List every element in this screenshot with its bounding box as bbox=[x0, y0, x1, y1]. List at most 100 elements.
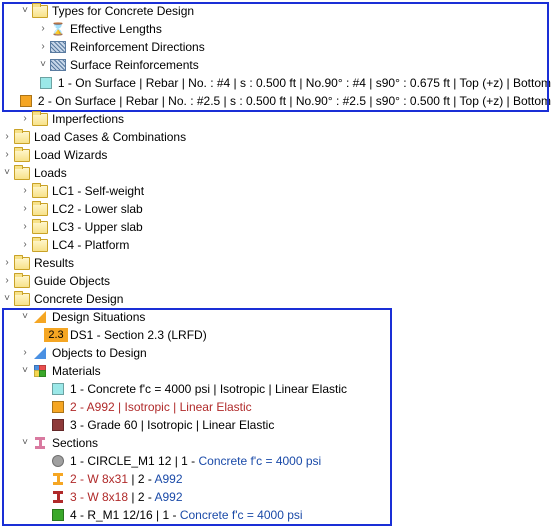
tree-label: 2 - A992 | Isotropic | Linear Elastic bbox=[70, 398, 252, 416]
tree-label: Reinforcement Directions bbox=[70, 38, 205, 56]
ibeam-icon bbox=[50, 471, 66, 487]
circle-icon bbox=[50, 453, 66, 469]
folder-icon bbox=[14, 273, 30, 289]
tree-label: LC1 - Self-weight bbox=[52, 182, 144, 200]
tree-item-lc1[interactable]: › LC1 - Self-weight bbox=[0, 182, 551, 200]
tree-item-section-1[interactable]: · 1 - CIRCLE_M1 12 | 1 - Concrete f'c = … bbox=[0, 452, 551, 470]
materials-icon bbox=[32, 363, 48, 379]
tree-label: DS1 - Section 2.3 (LRFD) bbox=[70, 326, 207, 344]
collapse-icon[interactable]: ˅ bbox=[18, 4, 32, 18]
tree-item-imperfections[interactable]: › Imperfections bbox=[0, 110, 551, 128]
tree-label: 1 - On Surface | Rebar | No. : #4 | s : … bbox=[58, 74, 551, 92]
hatch-icon bbox=[50, 39, 66, 55]
expand-icon[interactable]: › bbox=[18, 220, 32, 234]
tree-label: Results bbox=[34, 254, 74, 272]
tree-item-section-3[interactable]: · 3 - W 8x18 | 2 - A992 bbox=[0, 488, 551, 506]
tree-item-load-wizards[interactable]: › Load Wizards bbox=[0, 146, 551, 164]
expand-icon[interactable]: › bbox=[18, 112, 32, 126]
tree-label: Concrete Design bbox=[34, 290, 123, 308]
triangle-icon bbox=[32, 345, 48, 361]
folder-icon bbox=[32, 3, 48, 19]
tree-label: LC2 - Lower slab bbox=[52, 200, 143, 218]
tree-item-lc3[interactable]: › LC3 - Upper slab bbox=[0, 218, 551, 236]
tree-item-section-2[interactable]: · 2 - W 8x31 | 2 - A992 bbox=[0, 470, 551, 488]
expand-icon[interactable]: › bbox=[36, 22, 50, 36]
tree-item-surface-reinf-2[interactable]: · 2 - On Surface | Rebar | No. : #2.5 | … bbox=[0, 92, 551, 110]
tree-item-effective-lengths[interactable]: › ⌛ Effective Lengths bbox=[0, 20, 551, 38]
expand-icon[interactable]: › bbox=[18, 184, 32, 198]
tree-item-loads[interactable]: ˅ Loads bbox=[0, 164, 551, 182]
tree-item-guide-objects[interactable]: › Guide Objects bbox=[0, 272, 551, 290]
tree-item-reinforcement-directions[interactable]: › Reinforcement Directions bbox=[0, 38, 551, 56]
tree-label: 3 - Grade 60 | Isotropic | Linear Elasti… bbox=[70, 416, 274, 434]
tree-item-objects-to-design[interactable]: › Objects to Design bbox=[0, 344, 551, 362]
ibeam-icon bbox=[32, 435, 48, 451]
tree-label: 4 - R_M1 12/16 | 1 - Concrete f'c = 4000… bbox=[70, 506, 303, 524]
tree-label: Materials bbox=[52, 362, 101, 380]
tree-item-types-for-concrete-design[interactable]: ˅ Types for Concrete Design bbox=[0, 2, 551, 20]
expand-icon[interactable]: › bbox=[0, 274, 14, 288]
swatch-icon bbox=[18, 93, 34, 109]
tree-label: 1 - CIRCLE_M1 12 | 1 - Concrete f'c = 40… bbox=[70, 452, 321, 470]
tree-label: Guide Objects bbox=[34, 272, 110, 290]
expand-icon[interactable]: › bbox=[18, 238, 32, 252]
tree-label: Effective Lengths bbox=[70, 20, 162, 38]
folder-icon bbox=[32, 201, 48, 217]
expand-icon[interactable]: › bbox=[0, 256, 14, 270]
tree-label: 3 - W 8x18 | 2 - A992 bbox=[70, 488, 183, 506]
tree-item-ds1[interactable]: · 2.3 DS1 - Section 2.3 (LRFD) bbox=[0, 326, 551, 344]
tree-item-section-4[interactable]: · 4 - R_M1 12/16 | 1 - Concrete f'c = 40… bbox=[0, 506, 551, 524]
tree-label: LC3 - Upper slab bbox=[52, 218, 143, 236]
tree-item-design-situations[interactable]: ˅ Design Situations bbox=[0, 308, 551, 326]
swatch-icon bbox=[50, 399, 66, 415]
tree-item-material-2[interactable]: · 2 - A992 | Isotropic | Linear Elastic bbox=[0, 398, 551, 416]
folder-icon bbox=[14, 147, 30, 163]
collapse-icon[interactable]: ˅ bbox=[0, 292, 14, 306]
folder-icon bbox=[32, 111, 48, 127]
swatch-icon bbox=[38, 75, 54, 91]
tree-label: Loads bbox=[34, 164, 67, 182]
tree-label: Design Situations bbox=[52, 308, 145, 326]
expand-icon[interactable]: › bbox=[36, 40, 50, 54]
folder-icon bbox=[14, 165, 30, 181]
tree-label: Imperfections bbox=[52, 110, 124, 128]
tree-label: Surface Reinforcements bbox=[70, 56, 199, 74]
folder-icon bbox=[14, 255, 30, 271]
collapse-icon[interactable]: ˅ bbox=[18, 436, 32, 450]
collapse-icon[interactable]: ˅ bbox=[36, 58, 50, 72]
tree-label: LC4 - Platform bbox=[52, 236, 129, 254]
tree-item-sections[interactable]: ˅ Sections bbox=[0, 434, 551, 452]
tree-item-materials[interactable]: ˅ Materials bbox=[0, 362, 551, 380]
collapse-icon[interactable]: ˅ bbox=[18, 364, 32, 378]
tree-item-material-3[interactable]: · 3 - Grade 60 | Isotropic | Linear Elas… bbox=[0, 416, 551, 434]
tree-item-lc2[interactable]: › LC2 - Lower slab bbox=[0, 200, 551, 218]
folder-icon bbox=[32, 183, 48, 199]
tree-label: 1 - Concrete f'c = 4000 psi | Isotropic … bbox=[70, 380, 347, 398]
tree-label: 2 - On Surface | Rebar | No. : #2.5 | s … bbox=[38, 92, 551, 110]
tree-item-load-cases-combinations[interactable]: › Load Cases & Combinations bbox=[0, 128, 551, 146]
folder-icon bbox=[32, 237, 48, 253]
expand-icon[interactable]: › bbox=[0, 130, 14, 144]
swatch-icon bbox=[50, 381, 66, 397]
tree-item-material-1[interactable]: · 1 - Concrete f'c = 4000 psi | Isotropi… bbox=[0, 380, 551, 398]
triangle-icon bbox=[32, 309, 48, 325]
hourglass-icon: ⌛ bbox=[50, 21, 66, 37]
swatch-icon bbox=[50, 507, 66, 523]
tree-item-lc4[interactable]: › LC4 - Platform bbox=[0, 236, 551, 254]
ibeam-icon bbox=[50, 489, 66, 505]
expand-icon[interactable]: › bbox=[18, 346, 32, 360]
expand-icon[interactable]: › bbox=[18, 202, 32, 216]
tree-item-surface-reinf-1[interactable]: · 1 - On Surface | Rebar | No. : #4 | s … bbox=[0, 74, 551, 92]
tree-item-concrete-design[interactable]: ˅ Concrete Design bbox=[0, 290, 551, 308]
hatch-icon bbox=[50, 57, 66, 73]
navigation-tree: ˅ Types for Concrete Design › ⌛ Effectiv… bbox=[0, 0, 551, 526]
collapse-icon[interactable]: ˅ bbox=[0, 166, 14, 180]
tree-label: Types for Concrete Design bbox=[52, 2, 194, 20]
collapse-icon[interactable]: ˅ bbox=[18, 310, 32, 324]
tree-item-surface-reinforcements[interactable]: ˅ Surface Reinforcements bbox=[0, 56, 551, 74]
tree-label: Load Cases & Combinations bbox=[34, 128, 186, 146]
tree-item-results[interactable]: › Results bbox=[0, 254, 551, 272]
badge-icon: 2.3 bbox=[50, 327, 66, 343]
expand-icon[interactable]: › bbox=[0, 148, 14, 162]
folder-icon bbox=[32, 219, 48, 235]
